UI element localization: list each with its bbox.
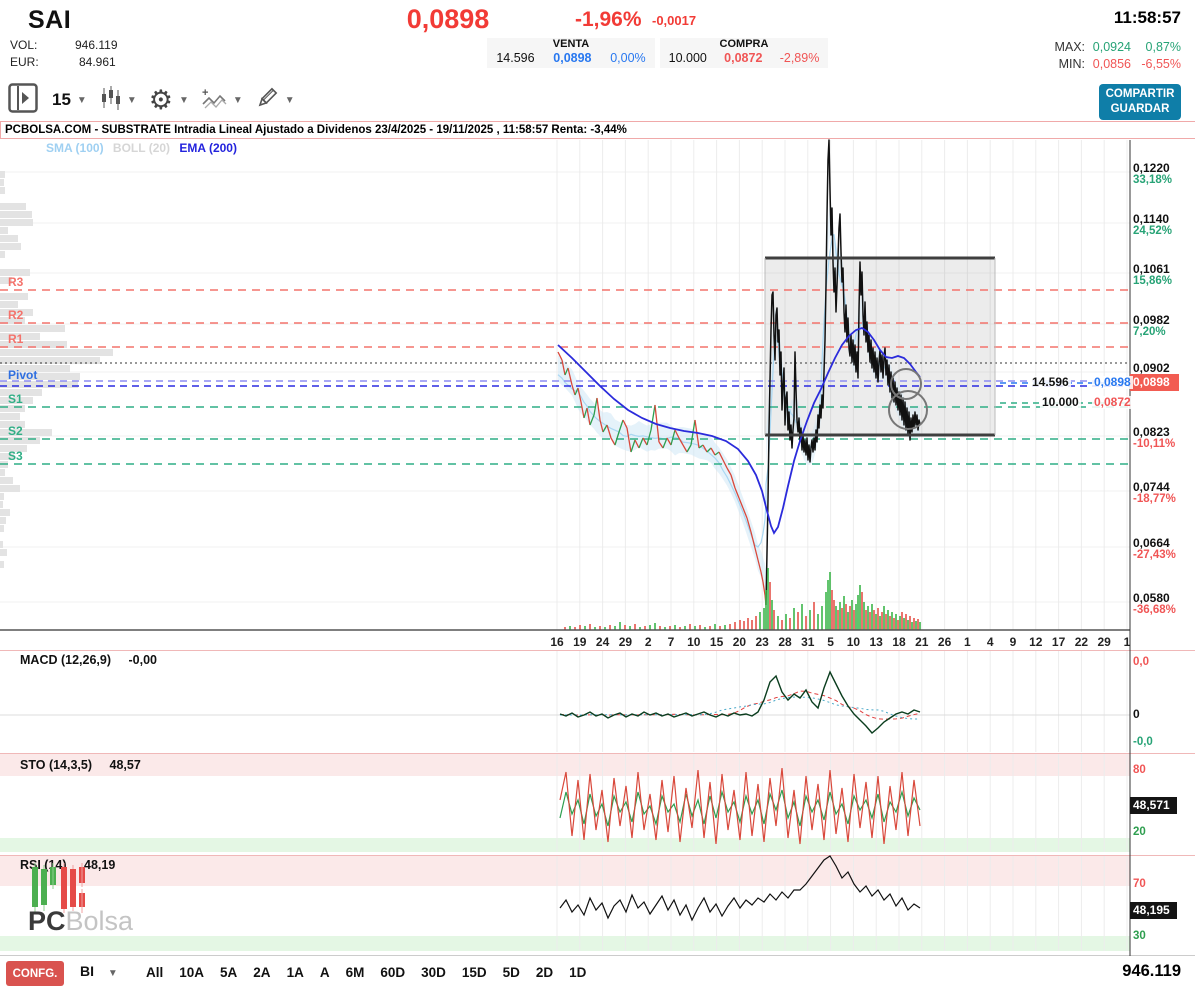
sto-overbought-zone (0, 754, 1130, 776)
range-buttons: All10A5A2A1AA6M60D30D15D5D2D1D (138, 960, 594, 985)
range-button-60D[interactable]: 60D (372, 960, 413, 985)
change-absolute: -0,0017 (652, 13, 696, 28)
chart-title: PCBOLSA.COM - SUBSTRATE Intradia Lineal … (0, 121, 1195, 139)
share-save-button[interactable]: COMPARTIR GUARDAR (1099, 84, 1181, 120)
draw-pencil-icon[interactable] (255, 86, 279, 115)
range-button-1A[interactable]: 1A (279, 960, 312, 985)
vol-label: VOL: (10, 38, 37, 52)
macd-line (560, 672, 920, 733)
mode-selector[interactable]: BI ▼ (80, 963, 130, 979)
venta-pct: 0,00% (610, 51, 645, 66)
change-percent: -1,96% (575, 8, 642, 32)
last-price: 0,0898 (368, 4, 528, 35)
sto-d-line (560, 790, 920, 826)
session-volume: 946.119 (1122, 962, 1181, 981)
chart-type-icon[interactable] (99, 86, 121, 115)
compra-price[interactable]: 0,0872 (724, 51, 762, 66)
range-button-5A[interactable]: 5A (212, 960, 245, 985)
range-button-A[interactable]: A (312, 960, 338, 985)
sto-oversold-zone (0, 838, 1130, 852)
vol-value: 946.119 (75, 38, 118, 52)
macd-header: MACD (12,26,9) -0,00 (20, 653, 157, 667)
compra-qty: 10.000 (669, 51, 707, 66)
svg-text:+: + (202, 87, 208, 99)
max-label: MAX: (1054, 40, 1085, 54)
range-button-1D[interactable]: 1D (561, 960, 594, 985)
panel-toggle-icon[interactable] (8, 83, 38, 118)
draw-caret-icon[interactable]: ▼ (285, 95, 295, 106)
max-pct: 0,87% (1146, 40, 1181, 54)
chart-toolbar: 15 ▼ ▼ ⚙ ▼ + ▼ ▼ (8, 82, 307, 118)
range-button-6M[interactable]: 6M (338, 960, 373, 985)
config-button[interactable]: CONFG. (6, 961, 64, 986)
range-button-30D[interactable]: 30D (413, 960, 454, 985)
trading-app: SAI VOL: 946.119 EUR: 84.961 0,0898 -1,9… (0, 0, 1195, 993)
mode-caret-icon: ▼ (108, 968, 118, 979)
add-indicator-icon[interactable]: + (201, 86, 227, 115)
save-label: GUARDAR (1099, 102, 1181, 117)
venta-title: VENTA (487, 38, 655, 51)
add-indicator-caret-icon[interactable]: ▼ (233, 95, 243, 106)
sto-header: STO (14,3,5) 48,57 (20, 758, 141, 772)
eur-value: 84.961 (79, 55, 116, 69)
range-button-10A[interactable]: 10A (171, 960, 212, 985)
compra-title: COMPRA (660, 38, 828, 51)
macd-title: MACD (12,26,9) (20, 653, 111, 667)
stochastic-chart[interactable] (0, 753, 1195, 854)
volume-profile (0, 171, 113, 568)
pcbolsa-logo-text: PCBolsa (28, 906, 133, 937)
sto-k-line (560, 768, 920, 844)
logo-bolsa: Bolsa (66, 906, 134, 936)
range-button-2D[interactable]: 2D (528, 960, 561, 985)
range-button-15D[interactable]: 15D (454, 960, 495, 985)
max-price: 0,0924 (1093, 40, 1131, 54)
settings-gear-icon[interactable]: ⚙ (149, 87, 173, 114)
symbol-title: SAI (28, 6, 71, 35)
range-button-2A[interactable]: 2A (245, 960, 278, 985)
min-pct: -6,55% (1141, 57, 1181, 71)
rsi-oversold-zone (0, 936, 1130, 951)
macd-value: -0,00 (128, 653, 157, 667)
clock: 11:58:57 (1114, 8, 1181, 28)
volume-bars (564, 568, 921, 630)
rsi-chart[interactable] (0, 854, 1195, 956)
venta-box: VENTA 14.596 0,0898 0,00% (487, 38, 655, 68)
range-button-5D[interactable]: 5D (495, 960, 528, 985)
logo-pc: PC (28, 906, 66, 936)
macd-chart[interactable] (0, 650, 1195, 753)
settings-caret-icon[interactable]: ▼ (179, 95, 189, 106)
interval-caret-icon[interactable]: ▼ (77, 95, 87, 106)
sto-value: 48,57 (110, 758, 141, 772)
min-price: 0,0856 (1093, 57, 1131, 71)
main-price-chart[interactable] (0, 138, 1195, 650)
compra-box: COMPRA 10.000 0,0872 -2,89% (660, 38, 828, 68)
interval-selector[interactable]: 15 (52, 90, 71, 110)
venta-qty: 14.596 (496, 51, 534, 66)
range-button-All[interactable]: All (138, 960, 171, 985)
venta-price[interactable]: 0,0898 (553, 51, 591, 66)
vertical-gridlines (557, 651, 1127, 752)
share-label: COMPARTIR (1099, 87, 1181, 102)
sto-title: STO (14,3,5) (20, 758, 92, 772)
mode-label: BI (80, 963, 94, 979)
chart-type-caret-icon[interactable]: ▼ (127, 95, 137, 106)
eur-label: EUR: (10, 55, 39, 69)
min-label: MIN: (1059, 57, 1085, 71)
bollinger-band (558, 355, 766, 596)
compra-pct: -2,89% (780, 51, 820, 66)
rsi-overbought-zone (0, 856, 1130, 886)
